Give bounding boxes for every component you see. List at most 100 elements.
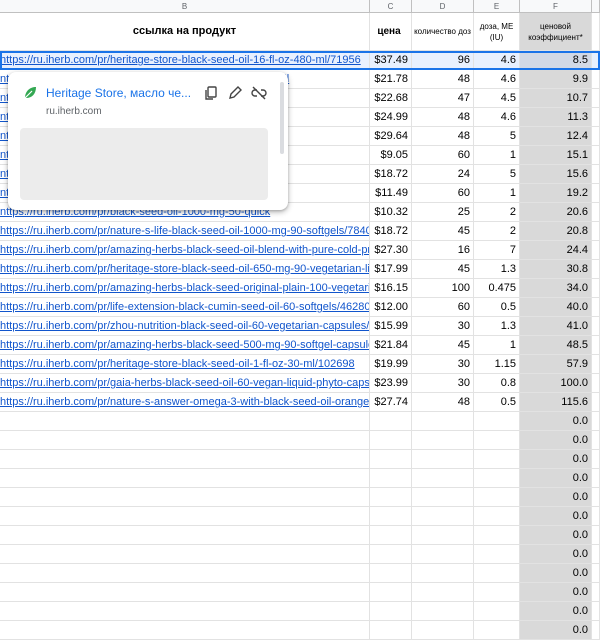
empty-cell[interactable] bbox=[592, 279, 600, 298]
coefficient-cell[interactable]: 34.0 bbox=[520, 279, 592, 298]
empty-cell[interactable] bbox=[592, 222, 600, 241]
coefficient-cell[interactable]: 9.9 bbox=[520, 70, 592, 89]
coefficient-cell[interactable]: 24.4 bbox=[520, 241, 592, 260]
coefficient-cell[interactable]: 10.7 bbox=[520, 89, 592, 108]
coefficient-cell[interactable]: 19.2 bbox=[520, 184, 592, 203]
price-cell[interactable]: $12.00 bbox=[370, 298, 412, 317]
coefficient-cell[interactable]: 0.0 bbox=[520, 545, 592, 564]
empty-cell[interactable] bbox=[412, 526, 474, 545]
empty-cell[interactable] bbox=[412, 412, 474, 431]
dose-cell[interactable]: 5 bbox=[474, 165, 520, 184]
coefficient-cell[interactable]: 0.0 bbox=[520, 564, 592, 583]
doses-cell[interactable]: 25 bbox=[412, 203, 474, 222]
price-cell[interactable]: $15.99 bbox=[370, 317, 412, 336]
coefficient-cell[interactable]: 0.0 bbox=[520, 583, 592, 602]
price-cell[interactable]: $19.99 bbox=[370, 355, 412, 374]
popup-scrollbar[interactable] bbox=[280, 82, 284, 154]
doses-cell[interactable]: 16 bbox=[412, 241, 474, 260]
dose-cell[interactable]: 1 bbox=[474, 336, 520, 355]
header-price[interactable]: цена bbox=[370, 13, 412, 51]
empty-cell[interactable] bbox=[474, 431, 520, 450]
empty-cell[interactable] bbox=[592, 108, 600, 127]
empty-cell[interactable] bbox=[474, 412, 520, 431]
coefficient-cell[interactable]: 115.6 bbox=[520, 393, 592, 412]
empty-cell[interactable] bbox=[592, 374, 600, 393]
coefficient-cell[interactable]: 12.4 bbox=[520, 127, 592, 146]
empty-cell[interactable] bbox=[0, 450, 370, 469]
coefficient-cell[interactable]: 0.0 bbox=[520, 507, 592, 526]
empty-cell[interactable] bbox=[592, 431, 600, 450]
coefficient-cell[interactable]: 0.0 bbox=[520, 431, 592, 450]
doses-cell[interactable]: 47 bbox=[412, 89, 474, 108]
empty-cell[interactable] bbox=[370, 469, 412, 488]
doses-cell[interactable]: 60 bbox=[412, 298, 474, 317]
product-link-cell[interactable]: https://ru.iherb.com/pr/heritage-store-b… bbox=[0, 355, 370, 374]
empty-cell[interactable] bbox=[592, 507, 600, 526]
empty-cell[interactable] bbox=[0, 526, 370, 545]
product-link-cell[interactable]: https://ru.iherb.com/pr/zhou-nutrition-b… bbox=[0, 317, 370, 336]
empty-cell[interactable] bbox=[412, 545, 474, 564]
empty-cell[interactable] bbox=[370, 412, 412, 431]
empty-cell[interactable] bbox=[370, 450, 412, 469]
copy-icon[interactable] bbox=[202, 84, 220, 102]
empty-cell[interactable] bbox=[474, 621, 520, 640]
doses-cell[interactable]: 48 bbox=[412, 127, 474, 146]
price-cell[interactable]: $21.78 bbox=[370, 70, 412, 89]
empty-cell[interactable] bbox=[592, 165, 600, 184]
empty-cell[interactable] bbox=[370, 602, 412, 621]
empty-cell[interactable] bbox=[592, 146, 600, 165]
empty-cell[interactable] bbox=[0, 412, 370, 431]
empty-cell[interactable] bbox=[0, 488, 370, 507]
coefficient-cell[interactable]: 15.1 bbox=[520, 146, 592, 165]
empty-cell[interactable] bbox=[412, 564, 474, 583]
empty-cell[interactable] bbox=[474, 583, 520, 602]
coefficient-cell[interactable]: 8.5 bbox=[520, 51, 592, 70]
doses-cell[interactable]: 100 bbox=[412, 279, 474, 298]
product-link-cell[interactable]: https://ru.iherb.com/pr/heritage-store-b… bbox=[0, 260, 370, 279]
empty-cell[interactable] bbox=[592, 621, 600, 640]
empty-cell[interactable] bbox=[592, 127, 600, 146]
empty-cell[interactable] bbox=[412, 469, 474, 488]
coefficient-cell[interactable]: 41.0 bbox=[520, 317, 592, 336]
empty-cell[interactable] bbox=[592, 564, 600, 583]
empty-cell[interactable] bbox=[592, 89, 600, 108]
empty-cell[interactable] bbox=[592, 602, 600, 621]
col-header-e[interactable]: E bbox=[474, 0, 520, 13]
doses-cell[interactable]: 45 bbox=[412, 260, 474, 279]
col-header-f[interactable]: F bbox=[520, 0, 592, 13]
dose-cell[interactable]: 2 bbox=[474, 222, 520, 241]
coefficient-cell[interactable]: 100.0 bbox=[520, 374, 592, 393]
price-cell[interactable]: $21.84 bbox=[370, 336, 412, 355]
empty-cell[interactable] bbox=[370, 431, 412, 450]
coefficient-cell[interactable]: 0.0 bbox=[520, 488, 592, 507]
empty-cell[interactable] bbox=[592, 317, 600, 336]
empty-cell[interactable] bbox=[370, 621, 412, 640]
empty-cell[interactable] bbox=[370, 488, 412, 507]
doses-cell[interactable]: 30 bbox=[412, 374, 474, 393]
empty-cell[interactable] bbox=[592, 51, 600, 70]
empty-cell[interactable] bbox=[474, 507, 520, 526]
popup-title[interactable]: Heritage Store, масло че... bbox=[46, 86, 196, 100]
empty-cell[interactable] bbox=[474, 526, 520, 545]
coefficient-cell[interactable]: 40.0 bbox=[520, 298, 592, 317]
price-cell[interactable]: $9.05 bbox=[370, 146, 412, 165]
empty-cell[interactable] bbox=[592, 583, 600, 602]
price-cell[interactable]: $16.15 bbox=[370, 279, 412, 298]
coefficient-cell[interactable]: 15.6 bbox=[520, 165, 592, 184]
empty-cell[interactable] bbox=[592, 298, 600, 317]
empty-cell[interactable] bbox=[592, 203, 600, 222]
empty-cell[interactable] bbox=[592, 260, 600, 279]
empty-cell[interactable] bbox=[0, 602, 370, 621]
coefficient-cell[interactable]: 48.5 bbox=[520, 336, 592, 355]
doses-cell[interactable]: 45 bbox=[412, 336, 474, 355]
dose-cell[interactable]: 1 bbox=[474, 146, 520, 165]
dose-cell[interactable]: 1.3 bbox=[474, 260, 520, 279]
header-coefficient[interactable]: ценовой коэффициент* bbox=[520, 13, 592, 51]
dose-cell[interactable]: 7 bbox=[474, 241, 520, 260]
product-link-cell[interactable]: https://ru.iherb.com/pr/amazing-herbs-bl… bbox=[0, 336, 370, 355]
dose-cell[interactable]: 0.475 bbox=[474, 279, 520, 298]
dose-cell[interactable]: 0.5 bbox=[474, 298, 520, 317]
coefficient-cell[interactable]: 20.8 bbox=[520, 222, 592, 241]
price-cell[interactable]: $23.99 bbox=[370, 374, 412, 393]
empty-cell[interactable] bbox=[412, 450, 474, 469]
